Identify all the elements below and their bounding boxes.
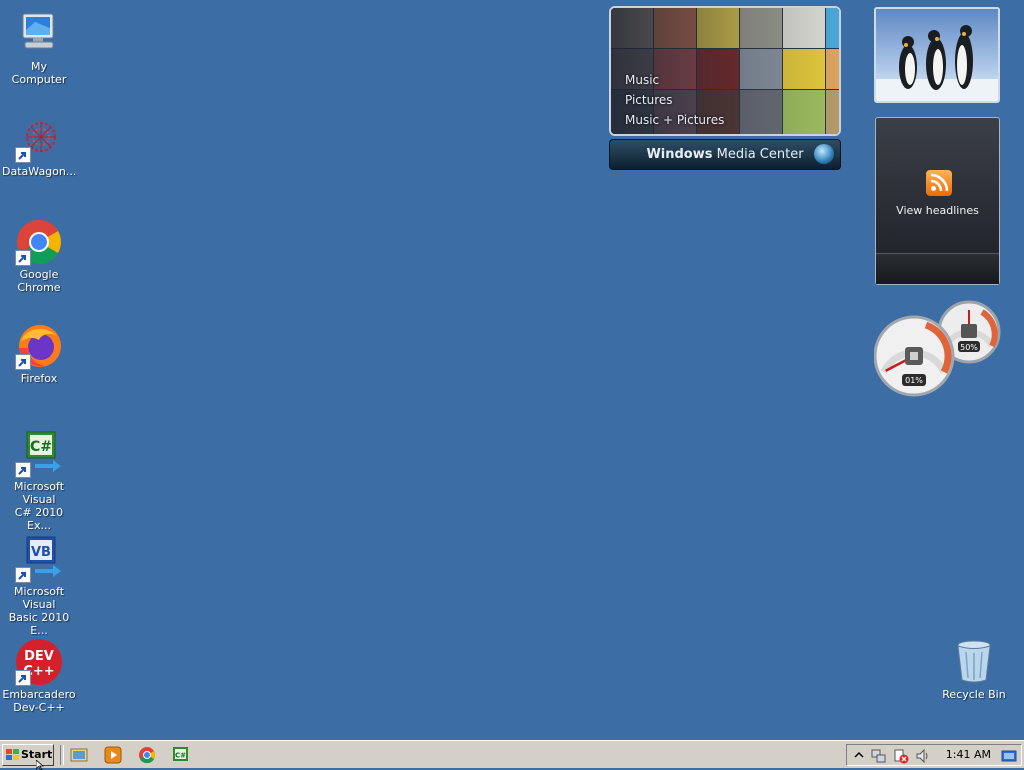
shortcut-arrow-icon: [15, 567, 31, 583]
desktop-icon-my-computer[interactable]: My Computer: [0, 10, 78, 86]
cpu-meter-gadget[interactable]: 50% 01%: [873, 300, 1004, 400]
svg-text:C#: C#: [30, 439, 52, 455]
svg-text:DEV: DEV: [24, 649, 54, 664]
desktop-icon-visual-csharp[interactable]: C# Microsoft Visual C# 2010 Ex...: [0, 430, 78, 532]
media-center-menu: Music Pictures Music + Pictures: [625, 70, 724, 130]
show-desktop-button-icon[interactable]: [1001, 748, 1017, 764]
media-center-gadget[interactable]: Music Pictures Music + Pictures: [609, 6, 841, 136]
volume-icon[interactable]: [915, 748, 931, 764]
desktop-icon-firefox[interactable]: Firefox: [0, 322, 78, 385]
shortcut-arrow-icon: [15, 250, 31, 266]
visual-csharp-quicklaunch-icon[interactable]: C#: [172, 746, 190, 764]
svg-text:C#: C#: [175, 752, 186, 760]
firefox-icon: [15, 322, 63, 370]
taskbar-separator: [60, 745, 64, 765]
media-center-brand-bold: Windows: [646, 147, 713, 162]
desktop-icon-label: My Computer: [11, 60, 67, 86]
desktop-icon-recycle-bin[interactable]: Recycle Bin: [935, 638, 1013, 701]
dev-cpp-icon: DEV C++: [15, 638, 63, 686]
memory-percent: 50%: [960, 343, 978, 352]
view-headlines-link[interactable]: View headlines: [876, 204, 999, 217]
shortcut-arrow-icon: [15, 354, 31, 370]
windows-flag-icon: [6, 749, 19, 760]
mouse-cursor-icon: [36, 760, 45, 770]
desktop-icon-label: Recycle Bin: [942, 688, 1006, 701]
rss-feed-icon: [926, 170, 952, 196]
media-menu-music-pictures[interactable]: Music + Pictures: [625, 110, 724, 130]
slideshow-gadget[interactable]: [874, 7, 1000, 103]
cpu-gauge: 01%: [873, 315, 955, 397]
visual-csharp-icon: C#: [15, 430, 63, 478]
media-menu-music[interactable]: Music: [625, 70, 724, 90]
media-player-icon[interactable]: [104, 746, 122, 764]
clock[interactable]: 1:41 AM: [946, 745, 991, 765]
show-hidden-icons-chevron-icon[interactable]: [851, 748, 867, 764]
windows-orb-icon: [814, 144, 834, 164]
desktop-icon-visual-basic[interactable]: VB Microsoft Visual Basic 2010 E...: [0, 535, 78, 637]
computer-icon: [15, 10, 63, 58]
datawagon-icon: [15, 115, 63, 163]
chrome-quicklaunch-icon[interactable]: [138, 746, 156, 764]
shortcut-arrow-icon: [15, 462, 31, 478]
media-center-bar[interactable]: Windows Media Center: [609, 139, 841, 170]
system-tray: 1:41 AM: [846, 744, 1022, 766]
feed-headlines-gadget[interactable]: View headlines: [875, 117, 1000, 285]
desktop-icon-label-line1: Microsoft Visual: [13, 585, 65, 611]
desktop-icon-google-chrome[interactable]: Google Chrome: [0, 218, 78, 294]
desktop-icon-label-line1: Embarcadero: [2, 688, 76, 701]
desktop: My Computer DataWagon... Google Chrome F…: [0, 0, 1024, 740]
network-icon[interactable]: [871, 748, 887, 764]
penguins-photo: [876, 9, 998, 101]
shortcut-arrow-icon: [15, 147, 31, 163]
desktop-icon-label: Google Chrome: [17, 268, 61, 294]
feed-footer: [876, 253, 999, 284]
desktop-icon-label-line2: C# 2010 Ex...: [14, 506, 64, 532]
recycle-bin-icon: [950, 638, 998, 686]
media-menu-pictures[interactable]: Pictures: [625, 90, 724, 110]
shortcut-arrow-icon: [15, 670, 31, 686]
desktop-icon-label-line2: Dev-C++: [13, 701, 65, 714]
media-center-brand-rest: Media Center: [712, 147, 804, 162]
svg-text:VB: VB: [31, 545, 51, 560]
start-button[interactable]: Start: [2, 744, 54, 766]
desktop-icon-label-line1: Microsoft Visual: [13, 480, 65, 506]
taskbar: Start C# 1:41 AM: [0, 740, 1024, 768]
desktop-icon-label-line2: Basic 2010 E...: [8, 611, 70, 637]
desktop-icon-label: DataWagon...: [2, 165, 77, 178]
show-desktop-icon[interactable]: [70, 746, 88, 764]
desktop-icon-label: Firefox: [20, 372, 58, 385]
desktop-icon-dev-cpp[interactable]: DEV C++ Embarcadero Dev-C++: [0, 638, 78, 714]
desktop-icon-datawagon[interactable]: DataWagon...: [0, 115, 78, 178]
cpu-percent: 01%: [905, 376, 923, 385]
action-center-alert-icon[interactable]: [893, 748, 909, 764]
chrome-icon: [15, 218, 63, 266]
visual-basic-icon: VB: [15, 535, 63, 583]
